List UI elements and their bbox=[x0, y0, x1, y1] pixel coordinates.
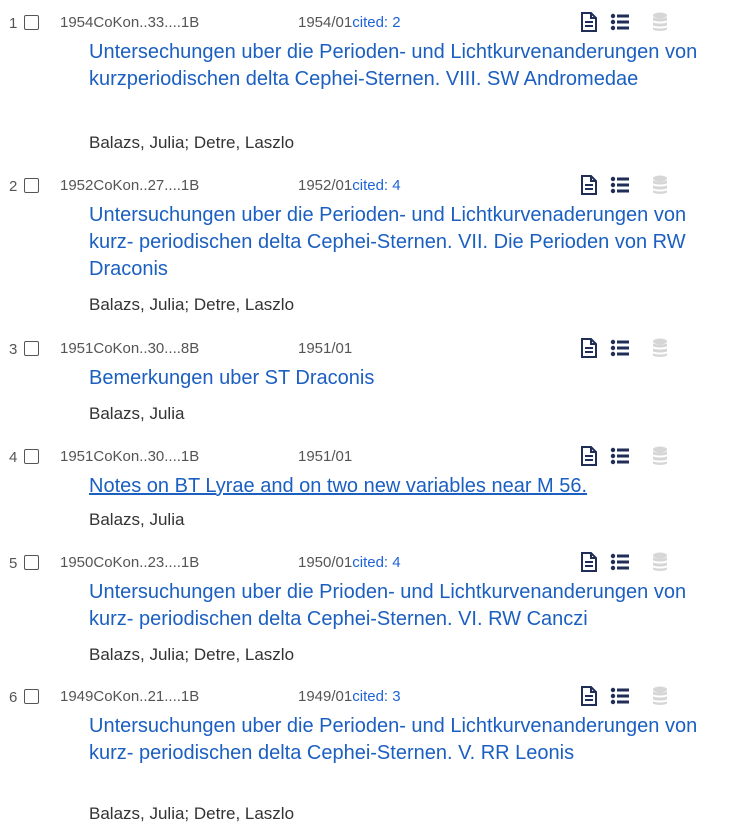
list-icon[interactable] bbox=[610, 552, 630, 572]
result-authors: Balazs, Julia; Detre, Laszlo bbox=[89, 133, 295, 152]
bibcode: 1950CoKon..23....1B bbox=[60, 554, 200, 571]
result-number: 6 bbox=[9, 689, 18, 706]
result-authors: Balazs, Julia; Detre, Laszlo bbox=[89, 804, 295, 823]
result-title-link[interactable]: Untersuchungen uber die Perioden- und Li… bbox=[89, 713, 729, 767]
cited-link[interactable]: cited: 4 bbox=[352, 177, 400, 194]
pub-date: 1951/01 bbox=[298, 448, 353, 465]
list-icon[interactable] bbox=[610, 446, 630, 466]
result-title-link[interactable]: Untersuchungen uber die Prioden- und Lic… bbox=[89, 579, 729, 633]
result-title-link[interactable]: Untersuchungen uber die Perioden- und Li… bbox=[89, 202, 729, 283]
pub-date: 1954/01cited: 2 bbox=[298, 14, 401, 31]
select-checkbox[interactable] bbox=[24, 341, 39, 356]
list-icon[interactable] bbox=[610, 175, 630, 195]
document-icon[interactable] bbox=[580, 446, 598, 466]
result-number: 3 bbox=[9, 341, 18, 358]
pub-date: 1952/01cited: 4 bbox=[298, 177, 401, 194]
document-icon[interactable] bbox=[580, 175, 598, 195]
select-checkbox[interactable] bbox=[24, 555, 39, 570]
result-title-link[interactable]: Untersechungen uber die Perioden- und Li… bbox=[89, 39, 729, 93]
pub-date: 1949/01cited: 3 bbox=[298, 688, 401, 705]
results-list: 1 1954CoKon..33....1B 1954/01cited: 2 Un… bbox=[0, 0, 739, 823]
result-authors: Balazs, Julia bbox=[89, 510, 185, 529]
document-icon[interactable] bbox=[580, 12, 598, 32]
select-checkbox[interactable] bbox=[24, 15, 39, 30]
result-number: 1 bbox=[9, 15, 18, 32]
bibcode: 1949CoKon..21....1B bbox=[60, 688, 200, 705]
database-icon bbox=[653, 175, 667, 194]
database-icon bbox=[653, 686, 667, 705]
bibcode: 1952CoKon..27....1B bbox=[60, 177, 200, 194]
result-title-link[interactable]: Notes on BT Lyrae and on two new variabl… bbox=[89, 473, 729, 500]
cited-link[interactable]: cited: 4 bbox=[352, 554, 400, 571]
database-icon bbox=[653, 338, 667, 357]
list-icon[interactable] bbox=[610, 338, 630, 358]
bibcode: 1954CoKon..33....1B bbox=[60, 14, 200, 31]
result-authors: Balazs, Julia; Detre, Laszlo bbox=[89, 645, 295, 664]
document-icon[interactable] bbox=[580, 552, 598, 572]
select-checkbox[interactable] bbox=[24, 178, 39, 193]
result-title-link[interactable]: Bemerkungen uber ST Draconis bbox=[89, 365, 729, 392]
bibcode: 1951CoKon..30....1B bbox=[60, 448, 200, 465]
list-icon[interactable] bbox=[610, 686, 630, 706]
pub-date: 1950/01cited: 4 bbox=[298, 554, 401, 571]
select-checkbox[interactable] bbox=[24, 689, 39, 704]
cited-link[interactable]: cited: 3 bbox=[352, 688, 400, 705]
cited-link[interactable]: cited: 2 bbox=[352, 14, 400, 31]
bibcode: 1951CoKon..30....8B bbox=[60, 340, 200, 357]
database-icon bbox=[653, 446, 667, 465]
result-number: 5 bbox=[9, 555, 18, 572]
database-icon bbox=[653, 552, 667, 571]
pub-date: 1951/01 bbox=[298, 340, 353, 357]
select-checkbox[interactable] bbox=[24, 449, 39, 464]
document-icon[interactable] bbox=[580, 338, 598, 358]
document-icon[interactable] bbox=[580, 686, 598, 706]
database-icon bbox=[653, 12, 667, 31]
result-number: 4 bbox=[9, 449, 18, 466]
result-number: 2 bbox=[9, 178, 18, 195]
list-icon[interactable] bbox=[610, 12, 630, 32]
result-authors: Balazs, Julia; Detre, Laszlo bbox=[89, 295, 295, 314]
result-authors: Balazs, Julia bbox=[89, 404, 185, 423]
